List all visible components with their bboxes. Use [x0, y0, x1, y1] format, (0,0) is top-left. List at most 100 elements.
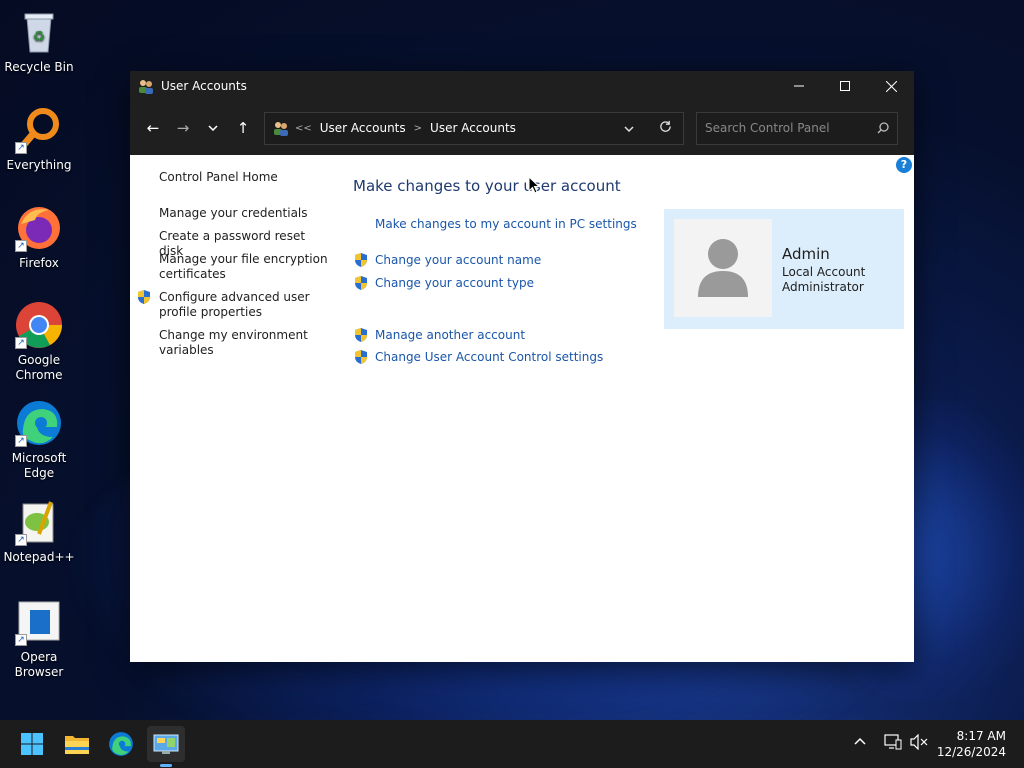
address-overflow-indicator[interactable]: <<: [295, 123, 312, 134]
recycle-bin-icon: ♻: [15, 8, 63, 56]
navigation-bar: ← → ↑ << User Accounts > User Accounts S…: [130, 101, 914, 155]
desktop-icon-label: Microsoft Edge: [11, 451, 67, 480]
shortcut-arrow-icon: ↗: [15, 240, 27, 252]
mouse-cursor-icon: [528, 176, 540, 194]
environment-variables-link[interactable]: Change my environment variables: [159, 328, 329, 358]
network-icon: [884, 734, 902, 750]
maximize-button[interactable]: [822, 71, 868, 101]
manage-credentials-link[interactable]: Manage your credentials: [159, 206, 329, 221]
desktop-icon-opera[interactable]: ↗ Opera Browser: [4, 598, 74, 680]
change-account-name-link[interactable]: Change your account name: [353, 252, 541, 268]
shortcut-arrow-icon: ↗: [15, 142, 27, 154]
network-status-button[interactable]: [884, 734, 902, 754]
chevron-down-icon: [624, 125, 634, 132]
clock-date: 12/26/2024: [936, 745, 1006, 759]
pc-settings-link[interactable]: Make changes to my account in PC setting…: [375, 217, 637, 231]
account-role: Administrator: [782, 280, 864, 294]
clock-time: 8:17 AM: [956, 729, 1006, 743]
breadcrumb-item[interactable]: User Accounts: [430, 121, 516, 135]
desktop-icon-chrome[interactable]: ↗ Google Chrome: [4, 301, 74, 383]
uac-shield-icon: [355, 276, 367, 290]
user-accounts-window: User Accounts ← → ↑ << User Accounts > U…: [130, 71, 914, 662]
window-title: User Accounts: [161, 79, 247, 93]
minimize-icon: [794, 85, 804, 87]
address-dropdown-button[interactable]: [611, 121, 647, 136]
forward-arrow-icon: →: [176, 119, 190, 137]
account-name: Admin: [782, 245, 830, 263]
recent-locations-button[interactable]: [198, 113, 228, 143]
control-panel-icon: [153, 734, 179, 754]
help-icon[interactable]: ?: [896, 157, 912, 173]
close-button[interactable]: [868, 71, 914, 101]
refresh-button[interactable]: [647, 120, 683, 137]
task-link-label: Change your account type: [375, 276, 534, 290]
manage-another-account-link[interactable]: Manage another account: [353, 327, 525, 343]
desktop-icon-label: Everything: [6, 158, 72, 172]
taskbar-control-panel[interactable]: [147, 726, 185, 767]
up-arrow-icon: ↑: [236, 119, 250, 137]
user-accounts-icon: [274, 122, 288, 136]
back-arrow-icon: ←: [146, 119, 160, 137]
content-area: ? Control Panel Home Manage your credent…: [130, 155, 914, 662]
up-button[interactable]: ↑: [228, 113, 258, 143]
taskbar-edge[interactable]: [105, 728, 137, 760]
folder-icon: [65, 736, 89, 754]
user-accounts-icon: [139, 80, 153, 94]
desktop-icon-everything[interactable]: ↗ Everything: [4, 106, 74, 173]
desktop-icon-notepadpp[interactable]: ↗ Notepad++: [3, 498, 75, 565]
change-account-type-link[interactable]: Change your account type: [353, 275, 534, 291]
shortcut-arrow-icon: ↗: [15, 634, 27, 646]
taskbar-file-explorer[interactable]: [61, 728, 93, 760]
close-icon: [885, 80, 897, 92]
task-link-label: Make changes to my account in PC setting…: [375, 217, 637, 231]
task-link-label: Change your account name: [375, 253, 542, 267]
shortcut-arrow-icon: ↗: [15, 435, 27, 447]
chevron-up-icon: [854, 737, 866, 745]
refresh-icon: [659, 120, 671, 132]
start-button[interactable]: [16, 728, 48, 760]
task-link-label: Change User Account Control settings: [375, 350, 604, 364]
uac-settings-link[interactable]: Change User Account Control settings: [353, 349, 603, 365]
notepadpp-icon: ↗: [15, 498, 63, 546]
address-bar[interactable]: << User Accounts > User Accounts: [264, 111, 684, 145]
desktop-icon-label: Opera Browser: [14, 650, 64, 679]
control-panel-home-link[interactable]: Control Panel Home: [159, 170, 329, 185]
chrome-icon: ↗: [15, 301, 63, 349]
desktop-icon-label: Firefox: [19, 256, 59, 270]
svg-text:♻: ♻: [33, 29, 46, 45]
shortcut-arrow-icon: ↗: [15, 337, 27, 349]
chevron-down-icon: [208, 125, 218, 131]
title-bar[interactable]: User Accounts: [130, 71, 914, 101]
show-hidden-icons-button[interactable]: [854, 734, 866, 749]
volume-button[interactable]: [910, 733, 928, 754]
task-link-label: Manage another account: [375, 328, 526, 342]
avatar: [674, 219, 772, 317]
uac-shield-icon: [355, 253, 367, 267]
uac-shield-icon: [355, 328, 367, 342]
desktop-icon-label: Recycle Bin: [4, 60, 74, 74]
breadcrumb-item[interactable]: User Accounts: [320, 121, 406, 135]
volume-muted-icon: [910, 733, 928, 751]
firefox-icon: ↗: [15, 204, 63, 252]
breadcrumb-separator-icon[interactable]: >: [414, 123, 422, 134]
desktop-icon-firefox[interactable]: ↗ Firefox: [4, 204, 74, 271]
taskbar: 8:17 AM 12/26/2024: [0, 720, 1024, 768]
minimize-button[interactable]: [776, 71, 822, 101]
uac-shield-icon: [355, 350, 367, 364]
file-encryption-certificates-link[interactable]: Manage your file encryption certificates: [159, 252, 329, 282]
desktop-icon-recycle-bin[interactable]: ♻ Recycle Bin: [4, 8, 74, 75]
account-type: Local Account: [782, 265, 866, 279]
search-icon: [877, 122, 889, 134]
advanced-profile-properties-link[interactable]: Configure advanced user profile properti…: [159, 290, 329, 320]
taskbar-clock[interactable]: 8:17 AM 12/26/2024: [937, 728, 1006, 760]
edge-icon: ↗: [15, 399, 63, 447]
user-avatar-icon: [698, 239, 748, 297]
maximize-icon: [840, 81, 850, 91]
page-title: Make changes to your user account: [353, 177, 621, 195]
search-input[interactable]: Search Control Panel: [696, 111, 898, 145]
search-placeholder: Search Control Panel: [705, 121, 830, 135]
desktop-icon-edge[interactable]: ↗ Microsoft Edge: [4, 399, 74, 481]
back-button[interactable]: ←: [138, 113, 168, 143]
forward-button[interactable]: →: [168, 113, 198, 143]
account-card: Admin Local Account Administrator: [664, 209, 904, 329]
